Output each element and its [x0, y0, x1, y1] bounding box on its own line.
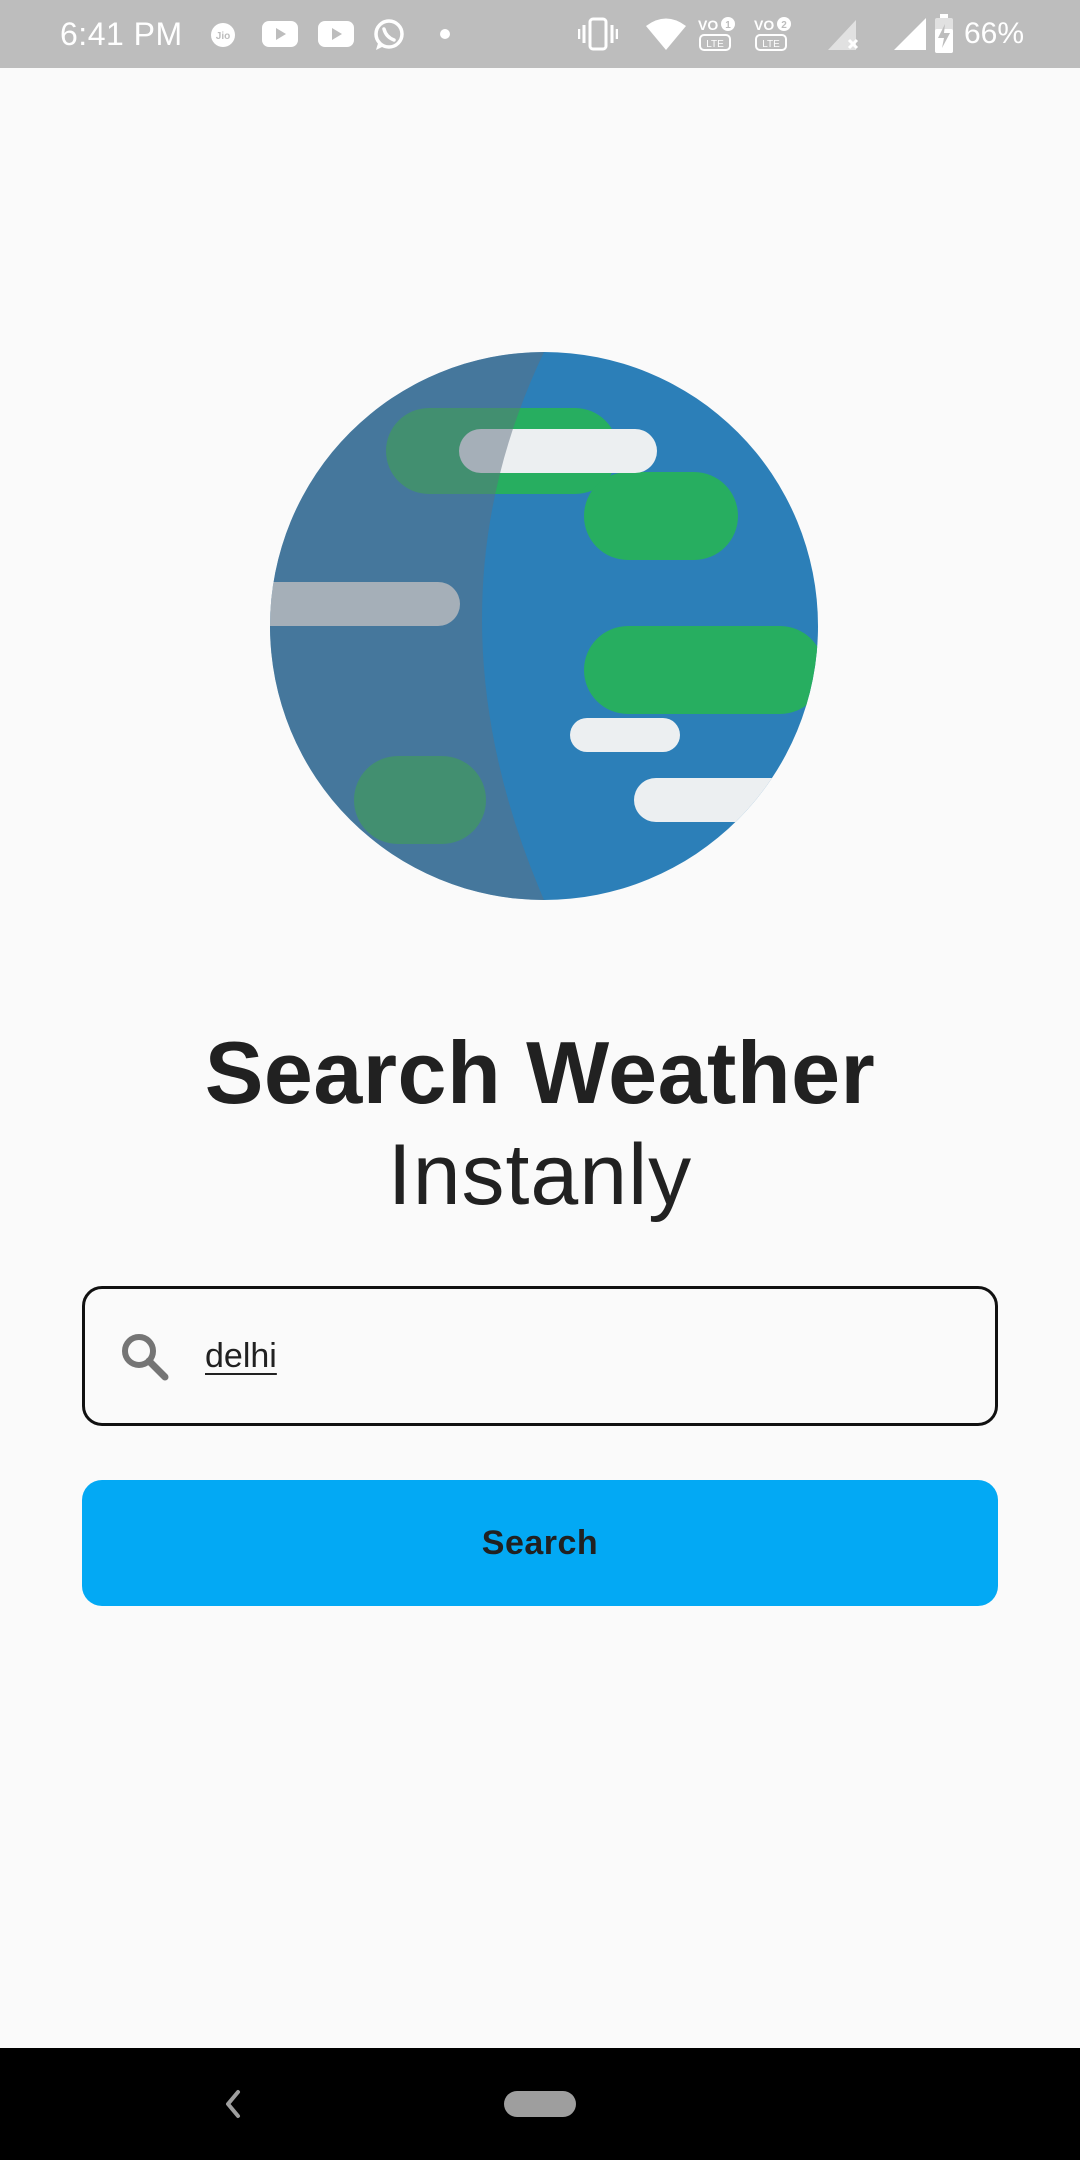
- svg-text:1: 1: [725, 20, 731, 31]
- back-chevron-icon[interactable]: [218, 2084, 248, 2124]
- page-title: Search Weather: [204, 1023, 876, 1122]
- jio-icon: Jio: [211, 23, 235, 47]
- vibrate-icon: [578, 17, 618, 51]
- volte2-icon: VO 2 LTE: [754, 17, 791, 51]
- search-button[interactable]: Search: [82, 1480, 998, 1606]
- search-input[interactable]: delhi: [82, 1286, 998, 1426]
- svg-text:2: 2: [781, 20, 787, 31]
- dot-icon: [440, 29, 450, 39]
- status-time: 6:41 PM: [60, 16, 183, 52]
- home-pill-icon[interactable]: [504, 2091, 576, 2117]
- svg-text:LTE: LTE: [706, 39, 724, 50]
- battery-percent: 66%: [964, 17, 1025, 50]
- signal-no-data-icon: [828, 20, 859, 50]
- youtube-icon: [262, 21, 298, 47]
- svg-text:LTE: LTE: [762, 39, 780, 50]
- search-button-label: Search: [481, 1523, 599, 1562]
- page-subtitle: Instanly: [387, 1127, 693, 1223]
- battery-charging-icon: [935, 14, 953, 53]
- volte1-icon: VO 1 LTE: [698, 17, 735, 51]
- svg-text:VO: VO: [698, 17, 718, 33]
- youtube-icon: [318, 21, 354, 47]
- search-input-value[interactable]: delhi: [205, 1331, 277, 1381]
- whatsapp-icon: [374, 19, 404, 50]
- wifi-icon: [646, 18, 686, 50]
- svg-text:Jio: Jio: [216, 31, 230, 42]
- signal-icon: [894, 18, 926, 50]
- status-bar: 6:41 PM Jio VO 1 LTE VO 2 LTE 66%: [0, 0, 1080, 68]
- globe-illustration: [270, 352, 818, 900]
- svg-text:VO: VO: [754, 17, 774, 33]
- search-icon: [122, 1334, 169, 1381]
